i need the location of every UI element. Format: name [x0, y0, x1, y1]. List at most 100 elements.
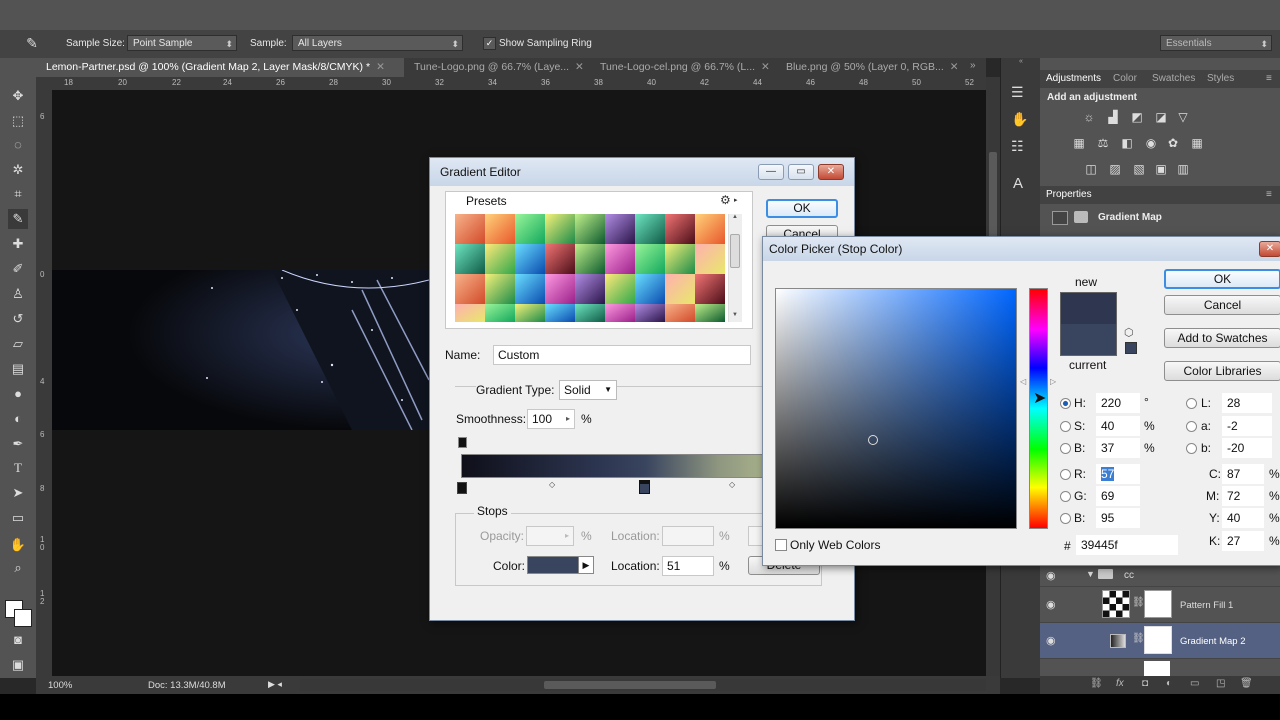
smoothness-field[interactable]: 100 ▸	[527, 409, 575, 429]
vibrance-icon[interactable]: ▽	[1176, 110, 1190, 124]
green-radio[interactable]	[1060, 491, 1071, 502]
layer-row[interactable]: ◉ ⛓ Pattern Fill 1	[1040, 586, 1280, 623]
photo-filter-icon[interactable]: ◉	[1144, 136, 1158, 150]
sample-select[interactable]: All Layers	[292, 35, 463, 52]
screen-mode-icon[interactable]: ▣	[8, 655, 28, 675]
eye-icon[interactable]: ◉	[1046, 569, 1056, 582]
dock-collapse-icon[interactable]: «	[1001, 58, 1041, 68]
eyedropper-tool-icon[interactable]: ✎	[8, 209, 28, 229]
workspace-select[interactable]: Essentials	[1160, 35, 1272, 52]
hue-slider-right-arrow-icon[interactable]: ▷	[1050, 377, 1056, 386]
color-lookup-icon[interactable]: ▦	[1190, 136, 1204, 150]
saturation-field[interactable]: 40	[1096, 416, 1140, 436]
close-button[interactable]: ✕	[1259, 241, 1280, 257]
ok-button[interactable]: OK	[1164, 269, 1280, 289]
preset-swatch-grid[interactable]	[455, 214, 727, 322]
saturation-radio[interactable]	[1060, 421, 1071, 432]
opacity-stop-left[interactable]	[458, 437, 467, 448]
current-color-preview[interactable]	[1060, 324, 1117, 356]
yellow-field[interactable]: 40	[1222, 508, 1264, 528]
link-layers-icon[interactable]: ⛓	[1090, 678, 1103, 689]
adjust-icon[interactable]: ☰	[1011, 84, 1024, 101]
path-select-icon[interactable]: ➤	[8, 483, 28, 503]
gradient-type-select[interactable]: Solid ▼	[559, 380, 617, 400]
b-field[interactable]: -20	[1222, 438, 1272, 458]
b-radio[interactable]	[1186, 443, 1197, 454]
history-brush-icon[interactable]: ↺	[8, 309, 28, 329]
dodge-tool-icon[interactable]: ◐	[8, 409, 28, 429]
gradient-preview-bar[interactable]	[461, 454, 764, 478]
fx-icon[interactable]: fx	[1116, 678, 1124, 689]
minimize-button[interactable]: —	[758, 164, 784, 180]
preset-swatches[interactable]	[455, 214, 727, 322]
stamp-tool-icon[interactable]: ♙	[8, 284, 28, 304]
layer-row-selected[interactable]: ◉ ⛓ Gradient Map 2	[1040, 622, 1280, 659]
curves-icon[interactable]: ◩	[1130, 110, 1144, 124]
channel-mixer-icon[interactable]: ✿	[1166, 136, 1180, 150]
magic-wand-icon[interactable]: ✲	[8, 160, 28, 180]
black-white-icon[interactable]: ◧	[1120, 136, 1134, 150]
a-radio[interactable]	[1186, 421, 1197, 432]
out-of-gamut-cube-icon[interactable]: ⬡	[1124, 326, 1134, 339]
web-safe-swatch-icon[interactable]	[1125, 342, 1137, 354]
doc-tab-lemon[interactable]: Lemon-Partner.psd @ 100% (Gradient Map 2…	[36, 58, 404, 77]
color-balance-icon[interactable]: ⚖	[1096, 136, 1110, 150]
color-menu-arrow-icon[interactable]: ▶	[578, 556, 594, 574]
show-ring-checkbox[interactable]: ✓	[483, 37, 496, 50]
only-web-colors-checkbox[interactable]	[775, 539, 787, 551]
eye-icon[interactable]: ◉	[1046, 598, 1056, 611]
move-tool-icon[interactable]: ✥	[8, 86, 28, 106]
eraser-tool-icon[interactable]: ▱	[8, 334, 28, 354]
name-field[interactable]: Custom	[493, 345, 751, 365]
blur-tool-icon[interactable]: ●	[8, 384, 28, 404]
tab-properties[interactable]: Properties	[1046, 189, 1092, 200]
lasso-tool-icon[interactable]: ◌	[8, 135, 28, 155]
link-icon[interactable]: ⛓	[1132, 633, 1145, 644]
brush-tool-icon[interactable]: ✐	[8, 259, 28, 279]
add-to-swatches-button[interactable]: Add to Swatches	[1164, 328, 1280, 348]
document-image[interactable]	[52, 270, 429, 430]
panel-menu-icon[interactable]: ≡	[1266, 73, 1272, 84]
trash-icon[interactable]: 🗑	[1240, 678, 1253, 689]
hue-slider[interactable]	[1029, 288, 1048, 529]
doc-tab-tune-logo[interactable]: Tune-Logo.png @ 66.7% (Laye... ✕	[404, 58, 590, 77]
invert-icon[interactable]: ◫	[1084, 162, 1098, 176]
new-adjustment-icon[interactable]: ◐	[1166, 678, 1172, 689]
levels-icon[interactable]: ▟	[1106, 110, 1120, 124]
lightness-field[interactable]: 28	[1222, 393, 1272, 413]
background-color-swatch[interactable]	[14, 609, 32, 627]
midpoint-diamond-icon[interactable]: ◇	[549, 480, 555, 489]
blue-radio[interactable]	[1060, 513, 1071, 524]
exposure-icon[interactable]: ◪	[1154, 110, 1168, 124]
selective-color-icon[interactable]: ▣	[1154, 162, 1168, 176]
color-stop-selected[interactable]	[639, 480, 650, 494]
a-field[interactable]: -2	[1222, 416, 1272, 436]
new-group-icon[interactable]: ▭	[1190, 678, 1199, 689]
red-radio[interactable]	[1060, 469, 1071, 480]
cancel-button[interactable]: Cancel	[1164, 295, 1280, 315]
color-location-field[interactable]: 51	[662, 556, 714, 576]
tab-swatches[interactable]: Swatches	[1152, 73, 1195, 84]
color-field-cursor[interactable]	[868, 435, 878, 445]
add-mask-icon[interactable]: ◘	[1142, 678, 1148, 689]
zoom-tool-icon[interactable]: ⌕	[8, 558, 28, 578]
hue-slider-left-arrow-icon[interactable]: ◁	[1020, 377, 1026, 386]
close-icon[interactable]: ✕	[575, 58, 584, 77]
crop-tool-icon[interactable]: ⌗	[8, 184, 28, 204]
eyedropper-icon[interactable]: ✎	[20, 34, 44, 52]
link-icon[interactable]: ⛓	[1132, 597, 1145, 608]
hue-radio[interactable]	[1060, 398, 1071, 409]
tab-color[interactable]: Color	[1113, 73, 1137, 84]
layer-group-row[interactable]: ◉ ▼ cc	[1040, 565, 1280, 586]
posterize-icon[interactable]: ▨	[1108, 162, 1122, 176]
type-tool-icon[interactable]: T	[8, 458, 28, 478]
gradient-map-icon[interactable]: ▥	[1176, 162, 1190, 176]
shape-tool-icon[interactable]: ▭	[8, 508, 28, 528]
red-field[interactable]: 57	[1096, 464, 1140, 484]
panel-menu-icon[interactable]: ≡	[1266, 189, 1272, 200]
color-stop-left[interactable]	[457, 482, 467, 494]
color-libraries-button[interactable]: Color Libraries	[1164, 361, 1280, 381]
close-icon[interactable]: ✕	[376, 58, 385, 77]
pen-tool-icon[interactable]: ✒	[8, 434, 28, 454]
close-button[interactable]: ✕	[818, 164, 844, 180]
